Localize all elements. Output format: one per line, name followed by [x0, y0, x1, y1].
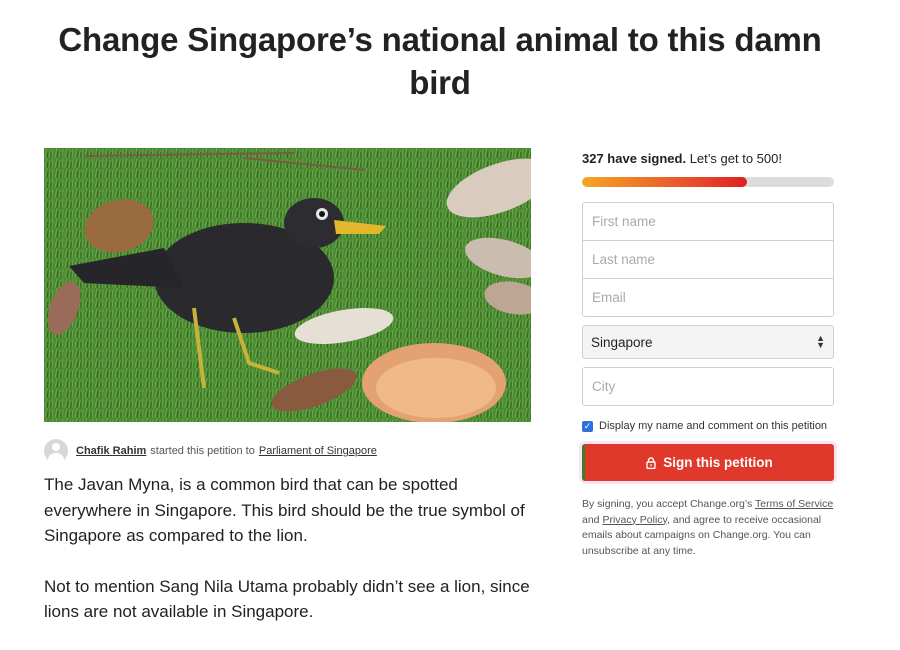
- sign-button-label: Sign this petition: [663, 455, 773, 470]
- starter-name-link[interactable]: Chafik Rahim: [76, 445, 146, 457]
- story-paragraph: Not to mention Sang Nila Utama probably …: [44, 576, 530, 622]
- lock-icon: [646, 456, 656, 469]
- last-name-field[interactable]: [582, 240, 834, 279]
- petition-starter: Chafik Rahim started this petition to Pa…: [44, 438, 377, 464]
- up-down-arrows-icon: ▲ ▼: [816, 333, 825, 350]
- signature-progress-bar: [582, 177, 834, 187]
- privacy-policy-link[interactable]: Privacy Policy: [602, 514, 667, 526]
- display-name-checkbox[interactable]: ✓: [582, 420, 593, 432]
- decision-maker-link[interactable]: Parliament of Singapore: [259, 445, 377, 457]
- city-field[interactable]: [582, 367, 834, 406]
- terms-of-service-link[interactable]: Terms of Service: [755, 498, 833, 510]
- display-name-label: Display my name and comment on this peti…: [599, 420, 828, 432]
- progress-fill: [582, 177, 747, 187]
- petition-story: The Javan Myna, is a common bird that ca…: [44, 472, 544, 650]
- goal-text: Let’s get to 500!: [689, 151, 782, 166]
- petition-photo: [44, 148, 531, 422]
- first-name-field[interactable]: [582, 202, 834, 241]
- sign-petition-button[interactable]: Sign this petition: [582, 444, 834, 481]
- country-value: Singapore: [591, 334, 653, 350]
- sign-panel: 327 have signed. Let’s get to 500! Singa…: [582, 148, 834, 559]
- legal-disclaimer: By signing, you accept Change.org’s Term…: [582, 497, 834, 559]
- display-name-option[interactable]: ✓ Display my name and comment on this pe…: [582, 420, 834, 432]
- country-select[interactable]: Singapore ▲ ▼: [582, 325, 834, 359]
- user-avatar-icon: [44, 439, 68, 463]
- story-paragraph: The Javan Myna, is a common bird that ca…: [44, 475, 525, 545]
- signature-count: 327 have signed. Let’s get to 500!: [582, 151, 834, 166]
- legal-text: and: [582, 513, 600, 526]
- page-title: Change Singapore’s national animal to th…: [58, 21, 822, 101]
- name-email-fields: [582, 202, 834, 317]
- signed-count-text: 327 have signed.: [582, 151, 687, 166]
- starter-text: started this petition to: [150, 445, 255, 457]
- legal-text: By signing, you accept Change.org’s: [582, 498, 753, 510]
- email-field[interactable]: [582, 278, 834, 317]
